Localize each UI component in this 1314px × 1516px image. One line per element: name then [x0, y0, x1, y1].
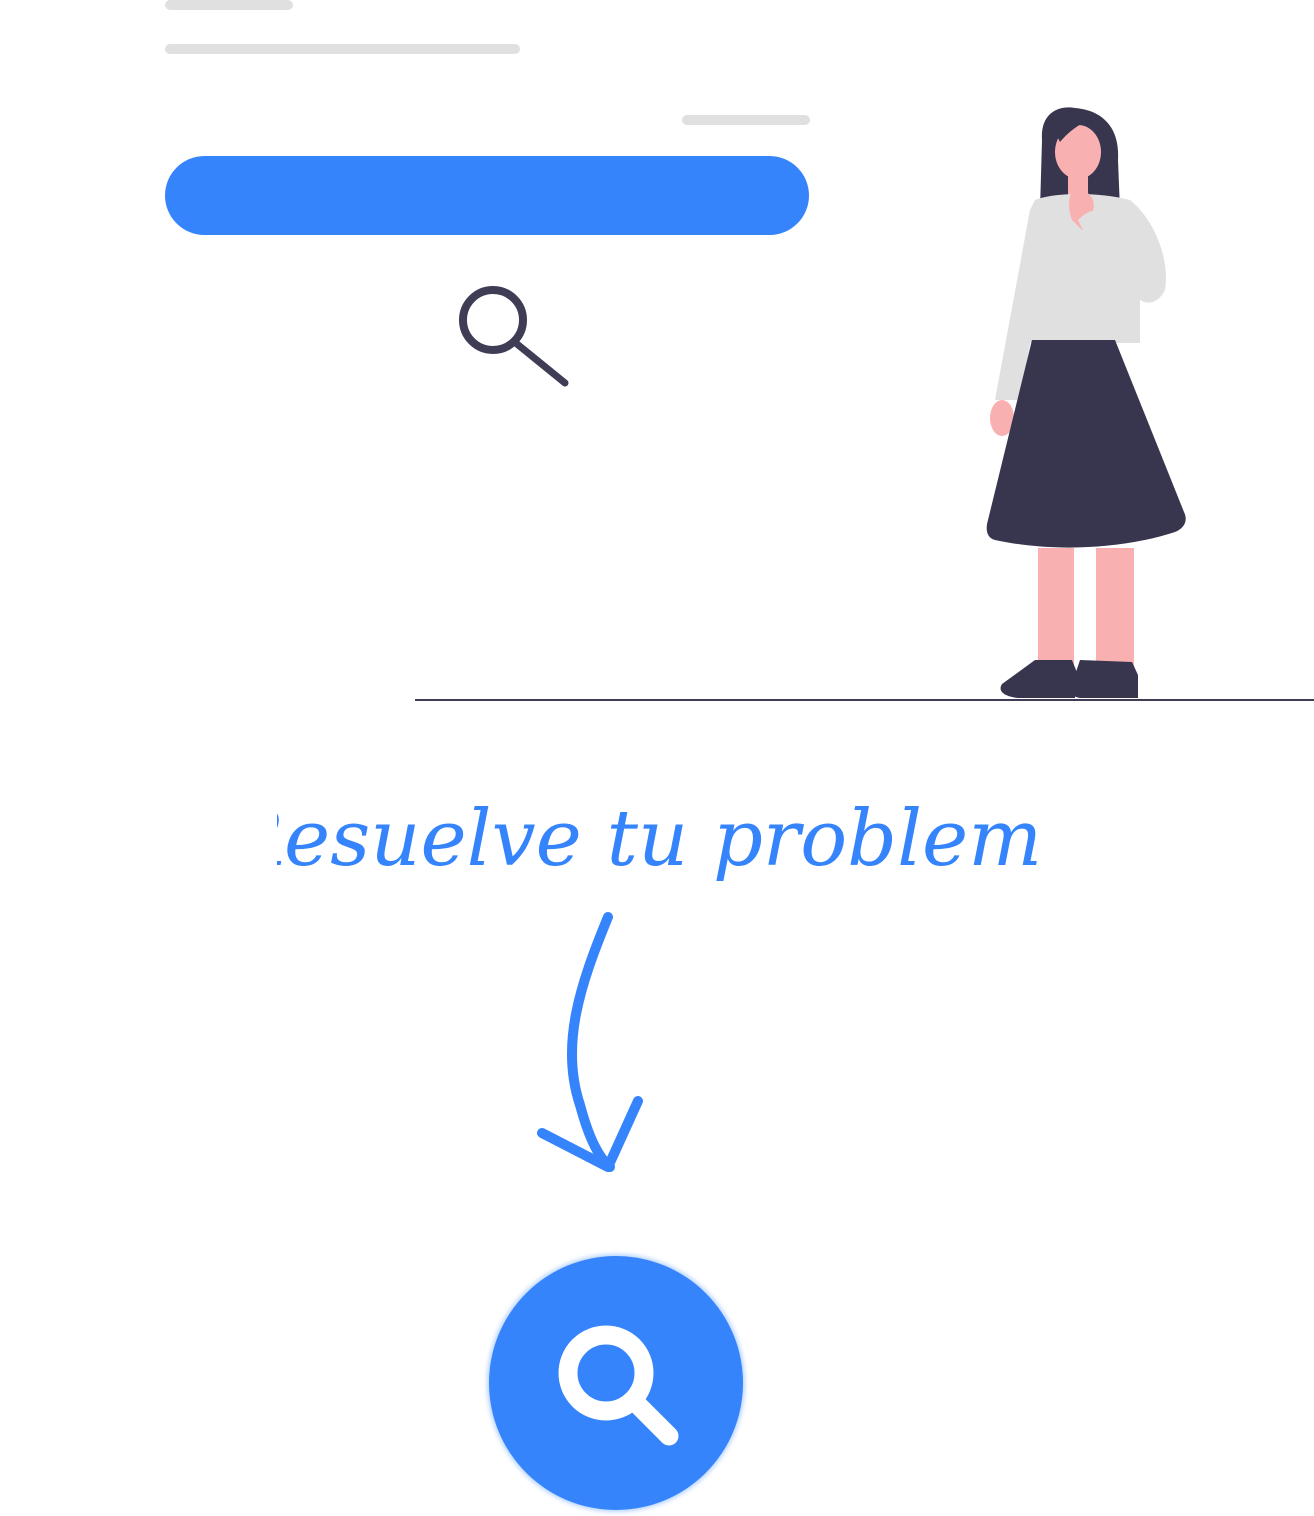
placeholder-line-top-long [165, 44, 520, 54]
placeholder-line-right [682, 115, 810, 125]
headline-text: Resuelve tu problema [277, 794, 1037, 884]
ground-line [415, 699, 1314, 701]
curved-arrow-down-icon [520, 905, 670, 1185]
headline-text-svg: Resuelve tu problema [277, 794, 1037, 884]
placeholder-line-top-short [165, 0, 293, 10]
search-button[interactable] [489, 1256, 743, 1510]
search-bar[interactable] [165, 156, 809, 235]
woman-illustration [960, 100, 1200, 705]
headline: Resuelve tu problema [0, 780, 1314, 900]
search-icon [558, 1325, 679, 1446]
magnifier-icon [455, 282, 575, 392]
